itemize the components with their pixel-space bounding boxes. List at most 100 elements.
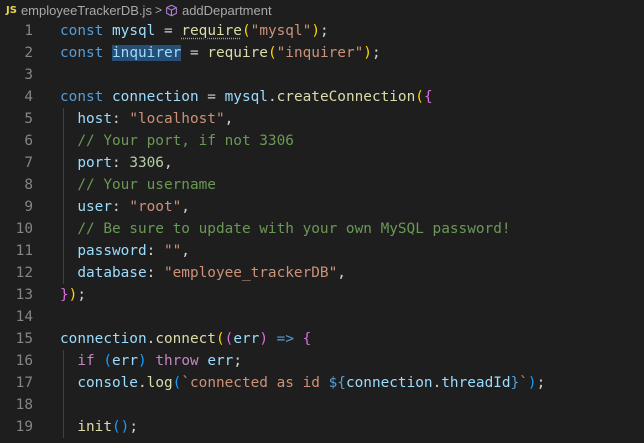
code-line[interactable]: 5 host: "localhost", (0, 108, 644, 130)
code-token: ) (363, 45, 372, 61)
code-token: ${ (328, 375, 346, 391)
code-token: ( (415, 89, 424, 105)
code-token: ; (536, 375, 546, 391)
code-token: // Your username (77, 177, 216, 193)
code-token: "localhost" (129, 111, 225, 127)
code-token: if (77, 353, 95, 369)
code-line[interactable]: 14 (0, 306, 644, 328)
code-line[interactable]: 2 const inquirer = require("inquirer"); (0, 42, 644, 64)
code-token: ( (111, 419, 121, 435)
line-content: password: "", (60, 240, 190, 262)
line-number: 1 (24, 23, 33, 39)
code-token: . (137, 375, 147, 391)
code-token: } (510, 375, 520, 391)
code-token: `connected as id (181, 375, 329, 391)
line-number: 6 (24, 133, 33, 149)
code-token: err (233, 331, 260, 347)
code-line[interactable]: 1 const mysql = require("mysql"); (0, 20, 644, 42)
line-number: 11 (15, 243, 33, 259)
code-line[interactable]: 6 // Your port, if not 3306 (0, 130, 644, 152)
line-number: 7 (24, 155, 33, 171)
code-line[interactable]: 7 port: 3306, (0, 152, 644, 174)
code-line[interactable]: 18 (0, 394, 644, 416)
code-token: "root" (129, 199, 182, 215)
code-line[interactable]: 10 // Be sure to update with your own My… (0, 218, 644, 240)
line-content: host: "localhost", (60, 108, 233, 130)
code-token: connection (345, 375, 433, 391)
code-token: ; (319, 23, 329, 39)
line-content: if (err) throw err; (60, 350, 242, 372)
breadcrumb-file[interactable]: employeeTrackerDB.js (21, 3, 152, 18)
code-token: . (432, 375, 442, 391)
code-token: , (181, 199, 190, 215)
line-content: // Be sure to update with your own MySQL… (60, 218, 510, 240)
code-token: ; (233, 353, 243, 369)
code-token: ; (129, 419, 138, 435)
code-token: , (224, 111, 234, 127)
code-line[interactable]: 11 password: "", (0, 240, 644, 262)
code-line[interactable]: 13}); (0, 284, 644, 306)
code-token: , (163, 155, 173, 171)
line-number: 14 (15, 309, 33, 325)
code-token: throw (155, 353, 199, 369)
code-line[interactable]: 9 user: "root", (0, 196, 644, 218)
line-number: 8 (24, 177, 33, 193)
code-token: ` (519, 375, 528, 391)
breadcrumb-symbol[interactable]: addDepartment (182, 3, 272, 18)
code-token: ( (224, 331, 234, 347)
code-token: "inquirer" (276, 45, 364, 61)
line-number: 12 (15, 265, 33, 281)
code-token: { (423, 89, 433, 105)
code-token: inquirer (112, 45, 182, 61)
line-content: user: "root", (60, 196, 190, 218)
line-number: 5 (24, 111, 33, 127)
line-number: 18 (15, 397, 33, 413)
line-content: }); (60, 284, 86, 306)
line-number: 4 (24, 89, 33, 105)
code-token: = (155, 23, 182, 39)
code-token: connection (112, 89, 199, 105)
line-content: const connection = mysql.createConnectio… (60, 86, 433, 108)
code-line[interactable]: 8 // Your username (0, 174, 644, 196)
code-token: password (77, 243, 147, 259)
code-token: ; (371, 45, 381, 61)
code-line[interactable]: 3 (0, 64, 644, 86)
code-token: init (77, 419, 112, 435)
code-token: log (146, 375, 173, 391)
code-line[interactable]: 16 if (err) throw err; (0, 350, 644, 372)
code-area[interactable]: 1 const mysql = require("mysql"); 2 const i… (0, 20, 644, 438)
line-number: 9 (24, 199, 33, 215)
code-token: ( (215, 331, 225, 347)
line-content: const mysql = require("mysql"); (60, 20, 329, 42)
code-token: err (112, 353, 138, 369)
line-number: 15 (15, 331, 33, 347)
code-editor[interactable]: JS employeeTrackerDB.js > addDepartment … (0, 0, 644, 443)
code-line[interactable]: 19 init(); (0, 416, 644, 438)
code-token: . (146, 331, 156, 347)
code-token: "" (163, 243, 182, 259)
code-line[interactable]: 17 console.log(`connected as id ${connec… (0, 372, 644, 394)
code-token: 3306 (129, 155, 164, 171)
code-token: // Your port, if not 3306 (77, 133, 294, 149)
code-line[interactable]: 12 database: "employee_trackerDB", (0, 262, 644, 284)
line-content: database: "employee_trackerDB", (60, 262, 346, 284)
code-line[interactable]: 15 connection.connect((err) => { (0, 328, 644, 350)
code-token: : (111, 155, 130, 171)
code-line[interactable]: 4 const connection = mysql.createConnecti… (0, 86, 644, 108)
line-number: 2 (24, 45, 33, 61)
code-token: require (181, 23, 242, 39)
code-token: , (181, 243, 190, 259)
line-number: 19 (15, 419, 33, 435)
line-number: 3 (24, 67, 33, 83)
code-token: const (60, 45, 104, 61)
